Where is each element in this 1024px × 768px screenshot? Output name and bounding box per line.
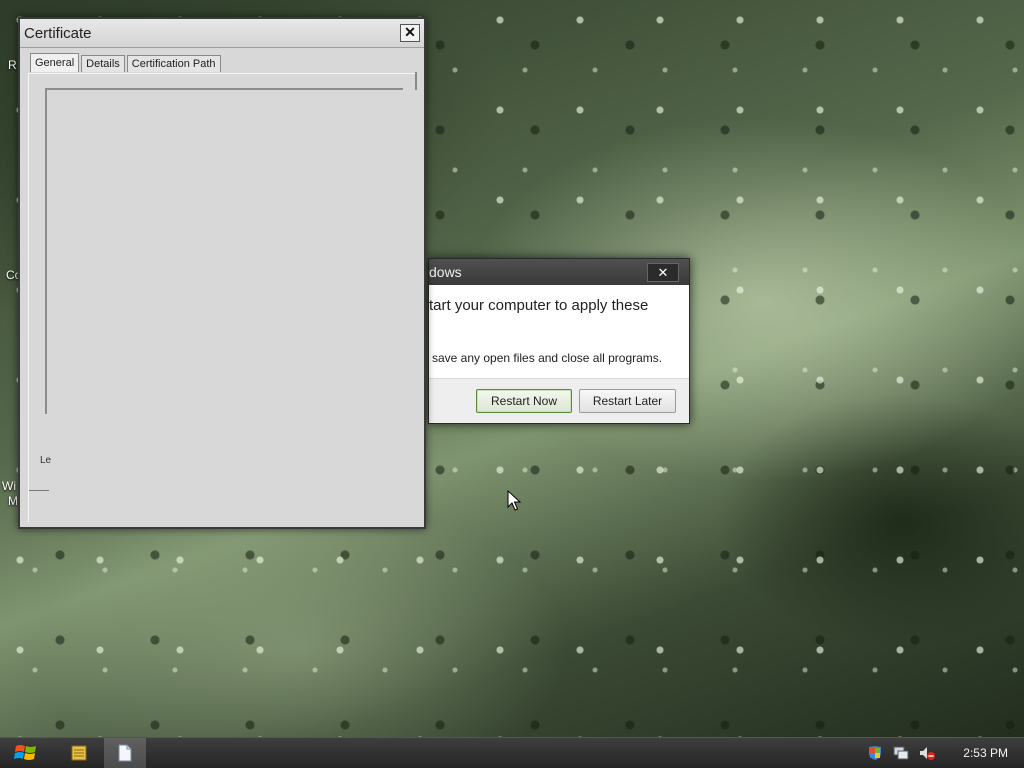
restart-now-button[interactable]: Restart Now [476, 389, 572, 413]
tab-details[interactable]: Details [81, 55, 125, 72]
desktop-icon-label-fragment[interactable]: R [8, 58, 17, 72]
scrollbar-fragment[interactable] [415, 72, 417, 90]
close-icon[interactable]: ✕ [647, 263, 679, 282]
clock[interactable]: 2:53 PM [963, 746, 1008, 760]
certificate-tabs: General Details Certification Path [30, 53, 223, 73]
system-tray: 2:53 PM [867, 738, 1008, 768]
notes-icon [71, 745, 87, 761]
certificate-info-frame [45, 88, 403, 414]
restart-dialog-title: dows [429, 264, 462, 280]
volume-muted-icon[interactable] [919, 745, 936, 761]
certificate-title: Certificate [24, 25, 92, 42]
restart-submessage: save any open files and close all progra… [432, 351, 663, 365]
desktop-icon-label-fragment[interactable]: M [8, 494, 18, 508]
taskbar-item-notes[interactable] [58, 738, 100, 768]
certificate-dialog: Certificate ✕ General Details Certificat… [18, 17, 426, 529]
tab-certification-path[interactable]: Certification Path [126, 55, 221, 72]
mouse-pointer-icon [507, 490, 521, 511]
restart-message: tart your computer to apply these [429, 297, 649, 314]
learn-more-link[interactable]: Le [40, 455, 51, 466]
tab-general[interactable]: General [30, 53, 80, 72]
network-icon[interactable] [893, 745, 909, 761]
restart-dialog-titlebar[interactable]: dows ✕ [429, 259, 689, 285]
taskbar-item-document[interactable] [104, 738, 146, 768]
document-icon [118, 744, 132, 762]
restart-dialog: dows ✕ tart your computer to apply these… [428, 258, 690, 424]
restart-later-button[interactable]: Restart Later [579, 389, 676, 413]
divider [29, 490, 49, 491]
general-tab-panel: Le [28, 72, 417, 522]
desktop-icon-label-fragment[interactable]: Wi [2, 479, 16, 493]
close-icon[interactable]: ✕ [400, 24, 420, 42]
taskbar: 2:53 PM [0, 737, 1024, 768]
restart-dialog-footer: Restart Now Restart Later [429, 378, 689, 423]
windows-logo-icon[interactable] [14, 743, 38, 763]
certificate-titlebar[interactable]: Certificate ✕ [20, 19, 424, 48]
security-flag-icon[interactable] [867, 745, 883, 761]
